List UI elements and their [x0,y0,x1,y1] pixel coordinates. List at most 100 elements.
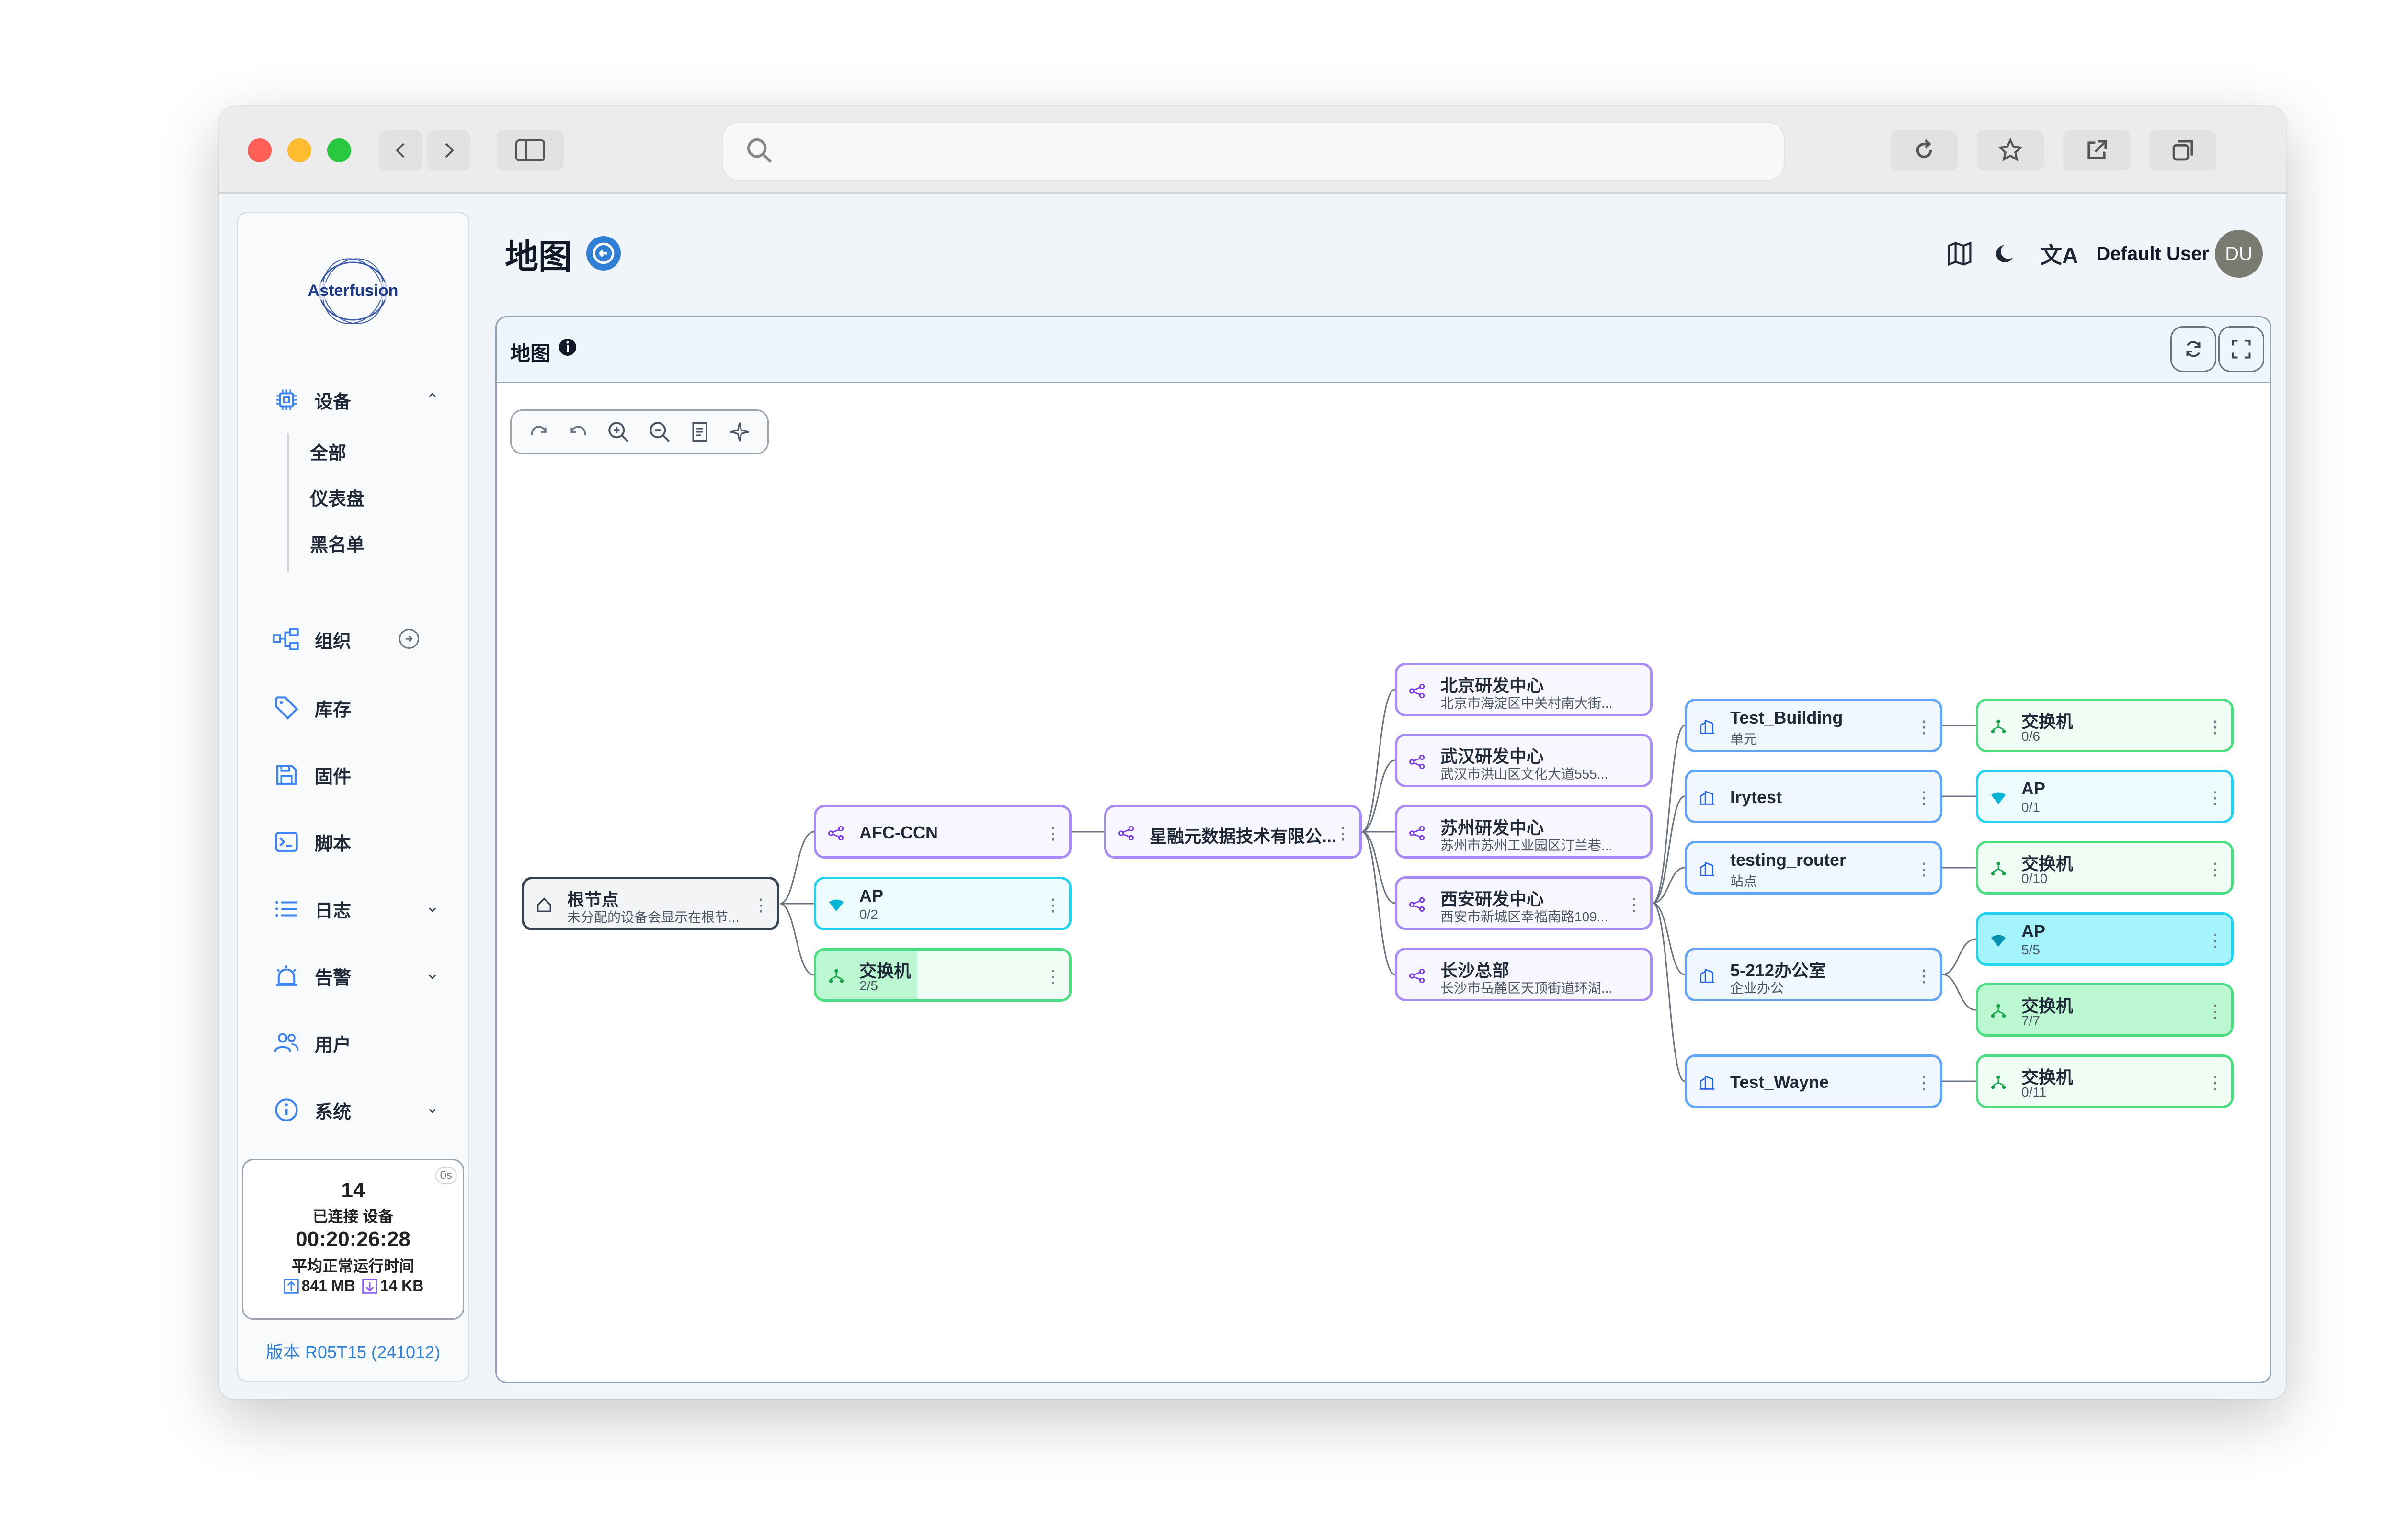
more-options-icon[interactable]: ⋮ [1334,824,1352,843]
logo-text: Asterfusion [300,282,406,300]
map-node-switch[interactable]: 交换机 2/5 ⋮ [814,948,1072,1002]
map-node-ap[interactable]: AP 0/2 ⋮ [814,877,1072,930]
reload-icon [1916,139,1932,159]
more-options-icon[interactable]: ⋮ [1044,895,1061,915]
more-options-icon[interactable]: ⋮ [1915,788,1932,807]
nav-devices-all[interactable]: 全部 [310,438,346,464]
avatar[interactable]: DU [2215,230,2263,278]
nav-system[interactable]: 系统 [272,1091,351,1129]
tabs-button[interactable] [2149,130,2216,170]
chevron-down-icon[interactable]: ⌄ [426,897,440,916]
map-node-suzhou[interactable]: 苏州研发中心 苏州市苏州工业园区汀兰巷... [1395,805,1653,859]
map-node-ap-office[interactable]: AP 5/5 ⋮ [1976,912,2234,966]
browser-toolbar [219,106,2286,194]
page-title-action[interactable] [586,236,621,271]
back-button[interactable] [379,130,422,170]
map-node-ap-irytest[interactable]: AP 0/1 ⋮ [1976,770,2234,823]
connected-count: 14 [341,1178,365,1202]
map-node-test-building[interactable]: Test_Building 单元 ⋮ [1685,699,1942,752]
close-window-button[interactable] [248,138,272,162]
map-node-changsha[interactable]: 长沙总部 长沙市岳麓区天顶街道环湖... [1395,948,1653,1001]
building-icon [1698,717,1717,736]
sidebar-toggle-button[interactable] [497,130,564,170]
more-options-icon[interactable]: ⋮ [1625,895,1642,914]
chevron-up-icon[interactable]: ⌃ [426,390,440,409]
rx-value: 14 KB [380,1277,424,1294]
nav-alarm[interactable]: 告警 [272,957,351,995]
building-icon [1698,860,1717,879]
chevron-down-icon[interactable]: ⌄ [426,964,440,983]
more-options-icon[interactable]: ⋮ [1915,966,1932,985]
more-options-icon[interactable]: ⋮ [1044,824,1061,843]
map-node-wuhan[interactable]: 武汉研发中心 武汉市洪山区文化大道555... [1395,734,1653,787]
nav-script[interactable]: 脚本 [272,823,351,861]
map-node-company[interactable]: 星融元数据技术有限公... ⋮ [1104,805,1362,859]
org-expand-icon[interactable] [399,629,419,649]
more-options-icon[interactable]: ⋮ [2206,788,2224,807]
arrow-circle-icon [593,242,615,264]
more-options-icon[interactable]: ⋮ [752,895,769,915]
map-node-root[interactable]: 根节点 未分配的设备会显示在根节... ⋮ [522,877,779,930]
minimize-window-button[interactable] [287,138,311,162]
user-name[interactable]: Default User [2096,243,2209,265]
node-subtitle: 0/10 [2021,871,2048,886]
node-subtitle: 站点 [1730,874,1757,889]
chevron-down-icon[interactable]: ⌄ [426,1098,440,1117]
nav-logs[interactable]: 日志 [272,890,351,928]
share-button[interactable] [2063,130,2130,170]
more-options-icon[interactable]: ⋮ [2206,1002,2224,1021]
users-icon [272,1028,301,1058]
map-node-switch-tb[interactable]: 交换机 0/6 ⋮ [1976,699,2234,752]
version-label: 版本 R05T15 (241012) [265,1342,441,1362]
moon-icon[interactable] [1994,241,2019,266]
node-subtitle: 5/5 [2021,942,2040,957]
node-subtitle: 0/2 [859,907,878,922]
nav-firmware[interactable]: 固件 [272,756,351,794]
browser-window: Asterfusion 设备 ⌃ 全部 仪表盘 黑名单 组织 库存 固件 脚本 … [219,106,2286,1399]
nav-devices[interactable]: 设备 [272,381,351,419]
nav-script-label: 脚本 [315,834,352,854]
maximize-window-button[interactable] [327,138,351,162]
more-options-icon[interactable]: ⋮ [2206,717,2224,736]
sidebar: Asterfusion 设备 ⌃ 全部 仪表盘 黑名单 组织 库存 固件 脚本 … [237,212,469,1382]
reload-button[interactable] [1891,130,1958,170]
translate-icon[interactable]: 文A [2040,238,2078,270]
map-node-beijing[interactable]: 北京研发中心 北京市海淀区中关村南大街... [1395,663,1653,716]
nav-inventory-label: 库存 [315,700,352,720]
map-node-switch-office[interactable]: 交换机 7/7 ⋮ [1976,983,2234,1037]
org-icon [272,624,301,654]
upload-icon [283,1278,299,1294]
map-node-afc-ccn[interactable]: AFC-CCN ⋮ [814,805,1072,859]
nav-devices-blacklist[interactable]: 黑名单 [310,530,365,556]
more-options-icon[interactable]: ⋮ [2206,931,2224,950]
map-node-switch-tr[interactable]: 交换机 0/10 ⋮ [1976,841,2234,895]
node-subtitle: 0/11 [2021,1085,2047,1099]
map-node-office-5-212[interactable]: 5-212办公室 企业办公 ⋮ [1685,948,1942,1001]
home-icon [535,895,554,915]
bookmark-button[interactable] [1977,130,2044,170]
map-icon[interactable] [1946,240,1973,267]
nav-users[interactable]: 用户 [272,1024,351,1062]
address-bar[interactable] [722,122,1785,181]
more-options-icon[interactable]: ⋮ [1915,1073,1932,1092]
map-node-testing-router[interactable]: testing_router 站点 ⋮ [1685,841,1942,895]
building-icon [1698,788,1717,807]
stats-panel: 0s 14 已连接 设备 00:20:26:28 平均正常运行时间 841 MB… [242,1159,464,1320]
more-options-icon[interactable]: ⋮ [1915,860,1932,879]
nav-inventory[interactable]: 库存 [272,689,351,727]
more-options-icon[interactable]: ⋮ [1915,717,1932,736]
map-node-irytest[interactable]: Irytest ⋮ [1685,770,1942,823]
nav-devices-dashboard[interactable]: 仪表盘 [310,484,365,510]
wifi-icon [1989,931,2008,950]
building-icon [1698,966,1717,985]
nav-organization[interactable]: 组织 [272,620,351,658]
more-options-icon[interactable]: ⋮ [2206,860,2224,879]
more-options-icon[interactable]: ⋮ [1044,967,1061,986]
forward-button[interactable] [427,130,470,170]
map-node-switch-tw[interactable]: 交换机 0/11 ⋮ [1976,1054,2234,1108]
chevron-right-icon [445,143,454,158]
map-node-test-wayne[interactable]: Test_Wayne ⋮ [1685,1054,1942,1108]
node-title: Irytest [1730,787,1782,807]
map-node-xian[interactable]: 西安研发中心 西安市新城区幸福南路109... ⋮ [1395,876,1653,930]
more-options-icon[interactable]: ⋮ [2206,1073,2224,1092]
